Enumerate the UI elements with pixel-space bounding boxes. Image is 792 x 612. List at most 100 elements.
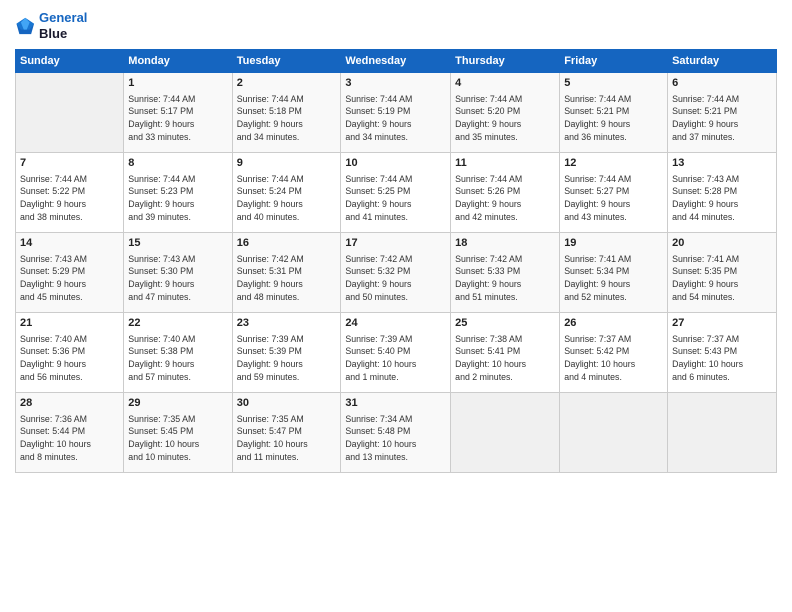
calendar-cell: 19Sunrise: 7:41 AMSunset: 5:34 PMDayligh…	[560, 233, 668, 313]
calendar-cell: 17 Sunrise: 7:42 AMSunset: 5:32 PMDayligh…	[341, 233, 451, 313]
day-info: Sunrise: 7:39 AMSunset: 5:39 PMDaylight:…	[237, 333, 337, 384]
day-info: Sunrise: 7:44 AMSunset: 5:17 PMDaylight:…	[128, 93, 227, 144]
calendar-cell: 7 Sunrise: 7:44 AMSunset: 5:22 PMDaylight…	[16, 153, 124, 233]
day-number: 15	[128, 236, 227, 251]
day-info: Sunrise: 7:37 AMSunset: 5:43 PMDaylight:…	[672, 333, 772, 384]
day-number: 21	[20, 316, 119, 331]
calendar-cell: 22 Sunrise: 7:40 AMSunset: 5:38 PMDayligh…	[124, 313, 232, 393]
calendar-cell: 26 Sunrise: 7:37 AMSunset: 5:42 PMDayligh…	[560, 313, 668, 393]
calendar-cell: 9 Sunrise: 7:44 AMSunset: 5:24 PMDaylight…	[232, 153, 341, 233]
calendar-cell: 31Sunrise: 7:34 AMSunset: 5:48 PMDayligh…	[341, 393, 451, 473]
day-info: Sunrise: 7:44 AMSunset: 5:23 PMDaylight:…	[128, 173, 227, 224]
calendar-week-2: 7 Sunrise: 7:44 AMSunset: 5:22 PMDaylight…	[16, 153, 777, 233]
day-info: Sunrise: 7:44 AMSunset: 5:27 PMDaylight:…	[564, 173, 663, 224]
logo: GeneralBlue	[15, 10, 87, 41]
calendar-cell: 2 Sunrise: 7:44 AMSunset: 5:18 PMDaylight…	[232, 73, 341, 153]
day-number: 10	[345, 156, 446, 171]
day-number: 24	[345, 316, 446, 331]
calendar-cell	[560, 393, 668, 473]
day-info: Sunrise: 7:35 AMSunset: 5:47 PMDaylight:…	[237, 413, 337, 464]
day-info: Sunrise: 7:44 AMSunset: 5:26 PMDaylight:…	[455, 173, 555, 224]
calendar-cell	[16, 73, 124, 153]
logo-text-block: GeneralBlue	[39, 10, 87, 41]
page-header: GeneralBlue	[15, 10, 777, 41]
calendar-week-1: 1 Sunrise: 7:44 AMSunset: 5:17 PMDaylight…	[16, 73, 777, 153]
weekday-sunday: Sunday	[16, 50, 124, 73]
day-info: Sunrise: 7:41 AMSunset: 5:35 PMDaylight:…	[672, 253, 772, 304]
calendar-table: SundayMondayTuesdayWednesdayThursdayFrid…	[15, 49, 777, 473]
day-info: Sunrise: 7:43 AMSunset: 5:28 PMDaylight:…	[672, 173, 772, 224]
calendar-cell: 10Sunrise: 7:44 AMSunset: 5:25 PMDayligh…	[341, 153, 451, 233]
day-info: Sunrise: 7:42 AMSunset: 5:33 PMDaylight:…	[455, 253, 555, 304]
calendar-cell: 8 Sunrise: 7:44 AMSunset: 5:23 PMDaylight…	[124, 153, 232, 233]
calendar-week-5: 28Sunrise: 7:36 AMSunset: 5:44 PMDayligh…	[16, 393, 777, 473]
day-info: Sunrise: 7:35 AMSunset: 5:45 PMDaylight:…	[128, 413, 227, 464]
day-number: 11	[455, 156, 555, 171]
day-number: 3	[345, 76, 446, 91]
day-number: 27	[672, 316, 772, 331]
day-number: 20	[672, 236, 772, 251]
day-number: 1	[128, 76, 227, 91]
calendar-cell: 18 Sunrise: 7:42 AMSunset: 5:33 PMDayligh…	[451, 233, 560, 313]
day-info: Sunrise: 7:43 AMSunset: 5:30 PMDaylight:…	[128, 253, 227, 304]
day-info: Sunrise: 7:39 AMSunset: 5:40 PMDaylight:…	[345, 333, 446, 384]
day-info: Sunrise: 7:40 AMSunset: 5:38 PMDaylight:…	[128, 333, 227, 384]
day-info: Sunrise: 7:42 AMSunset: 5:31 PMDaylight:…	[237, 253, 337, 304]
day-info: Sunrise: 7:44 AMSunset: 5:22 PMDaylight:…	[20, 173, 119, 224]
calendar-cell: 27 Sunrise: 7:37 AMSunset: 5:43 PMDayligh…	[668, 313, 777, 393]
calendar-cell: 3 Sunrise: 7:44 AMSunset: 5:19 PMDaylight…	[341, 73, 451, 153]
day-number: 5	[564, 76, 663, 91]
calendar-cell: 12Sunrise: 7:44 AMSunset: 5:27 PMDayligh…	[560, 153, 668, 233]
day-info: Sunrise: 7:42 AMSunset: 5:32 PMDaylight:…	[345, 253, 446, 304]
day-number: 8	[128, 156, 227, 171]
calendar-week-4: 21Sunrise: 7:40 AMSunset: 5:36 PMDayligh…	[16, 313, 777, 393]
calendar-cell: 20 Sunrise: 7:41 AMSunset: 5:35 PMDayligh…	[668, 233, 777, 313]
calendar-cell: 23 Sunrise: 7:39 AMSunset: 5:39 PMDayligh…	[232, 313, 341, 393]
day-number: 26	[564, 316, 663, 331]
day-number: 18	[455, 236, 555, 251]
weekday-friday: Friday	[560, 50, 668, 73]
day-number: 7	[20, 156, 119, 171]
day-number: 16	[237, 236, 337, 251]
day-number: 9	[237, 156, 337, 171]
calendar-body: 1 Sunrise: 7:44 AMSunset: 5:17 PMDaylight…	[16, 73, 777, 473]
day-info: Sunrise: 7:44 AMSunset: 5:18 PMDaylight:…	[237, 93, 337, 144]
day-number: 2	[237, 76, 337, 91]
weekday-thursday: Thursday	[451, 50, 560, 73]
day-number: 23	[237, 316, 337, 331]
calendar-cell: 24 Sunrise: 7:39 AMSunset: 5:40 PMDayligh…	[341, 313, 451, 393]
calendar-cell: 15 Sunrise: 7:43 AMSunset: 5:30 PMDayligh…	[124, 233, 232, 313]
weekday-header-row: SundayMondayTuesdayWednesdayThursdayFrid…	[16, 50, 777, 73]
calendar-cell: 28Sunrise: 7:36 AMSunset: 5:44 PMDayligh…	[16, 393, 124, 473]
day-number: 22	[128, 316, 227, 331]
calendar-cell: 25Sunrise: 7:38 AMSunset: 5:41 PMDayligh…	[451, 313, 560, 393]
day-info: Sunrise: 7:44 AMSunset: 5:24 PMDaylight:…	[237, 173, 337, 224]
day-number: 30	[237, 396, 337, 411]
calendar-cell: 11 Sunrise: 7:44 AMSunset: 5:26 PMDayligh…	[451, 153, 560, 233]
calendar-cell: 14Sunrise: 7:43 AMSunset: 5:29 PMDayligh…	[16, 233, 124, 313]
calendar-week-3: 14Sunrise: 7:43 AMSunset: 5:29 PMDayligh…	[16, 233, 777, 313]
weekday-monday: Monday	[124, 50, 232, 73]
day-number: 6	[672, 76, 772, 91]
day-info: Sunrise: 7:44 AMSunset: 5:19 PMDaylight:…	[345, 93, 446, 144]
day-info: Sunrise: 7:43 AMSunset: 5:29 PMDaylight:…	[20, 253, 119, 304]
day-info: Sunrise: 7:44 AMSunset: 5:21 PMDaylight:…	[564, 93, 663, 144]
calendar-cell: 21Sunrise: 7:40 AMSunset: 5:36 PMDayligh…	[16, 313, 124, 393]
day-info: Sunrise: 7:38 AMSunset: 5:41 PMDaylight:…	[455, 333, 555, 384]
calendar-cell: 13Sunrise: 7:43 AMSunset: 5:28 PMDayligh…	[668, 153, 777, 233]
calendar-cell	[451, 393, 560, 473]
day-number: 17	[345, 236, 446, 251]
calendar-cell: 4 Sunrise: 7:44 AMSunset: 5:20 PMDaylight…	[451, 73, 560, 153]
calendar-cell: 30 Sunrise: 7:35 AMSunset: 5:47 PMDayligh…	[232, 393, 341, 473]
calendar-cell: 6Sunrise: 7:44 AMSunset: 5:21 PMDaylight…	[668, 73, 777, 153]
day-number: 4	[455, 76, 555, 91]
day-info: Sunrise: 7:41 AMSunset: 5:34 PMDaylight:…	[564, 253, 663, 304]
day-info: Sunrise: 7:44 AMSunset: 5:20 PMDaylight:…	[455, 93, 555, 144]
weekday-saturday: Saturday	[668, 50, 777, 73]
calendar-cell: 1 Sunrise: 7:44 AMSunset: 5:17 PMDaylight…	[124, 73, 232, 153]
logo-icon	[15, 15, 37, 37]
calendar-cell	[668, 393, 777, 473]
day-info: Sunrise: 7:36 AMSunset: 5:44 PMDaylight:…	[20, 413, 119, 464]
calendar-cell: 16 Sunrise: 7:42 AMSunset: 5:31 PMDayligh…	[232, 233, 341, 313]
day-info: Sunrise: 7:37 AMSunset: 5:42 PMDaylight:…	[564, 333, 663, 384]
